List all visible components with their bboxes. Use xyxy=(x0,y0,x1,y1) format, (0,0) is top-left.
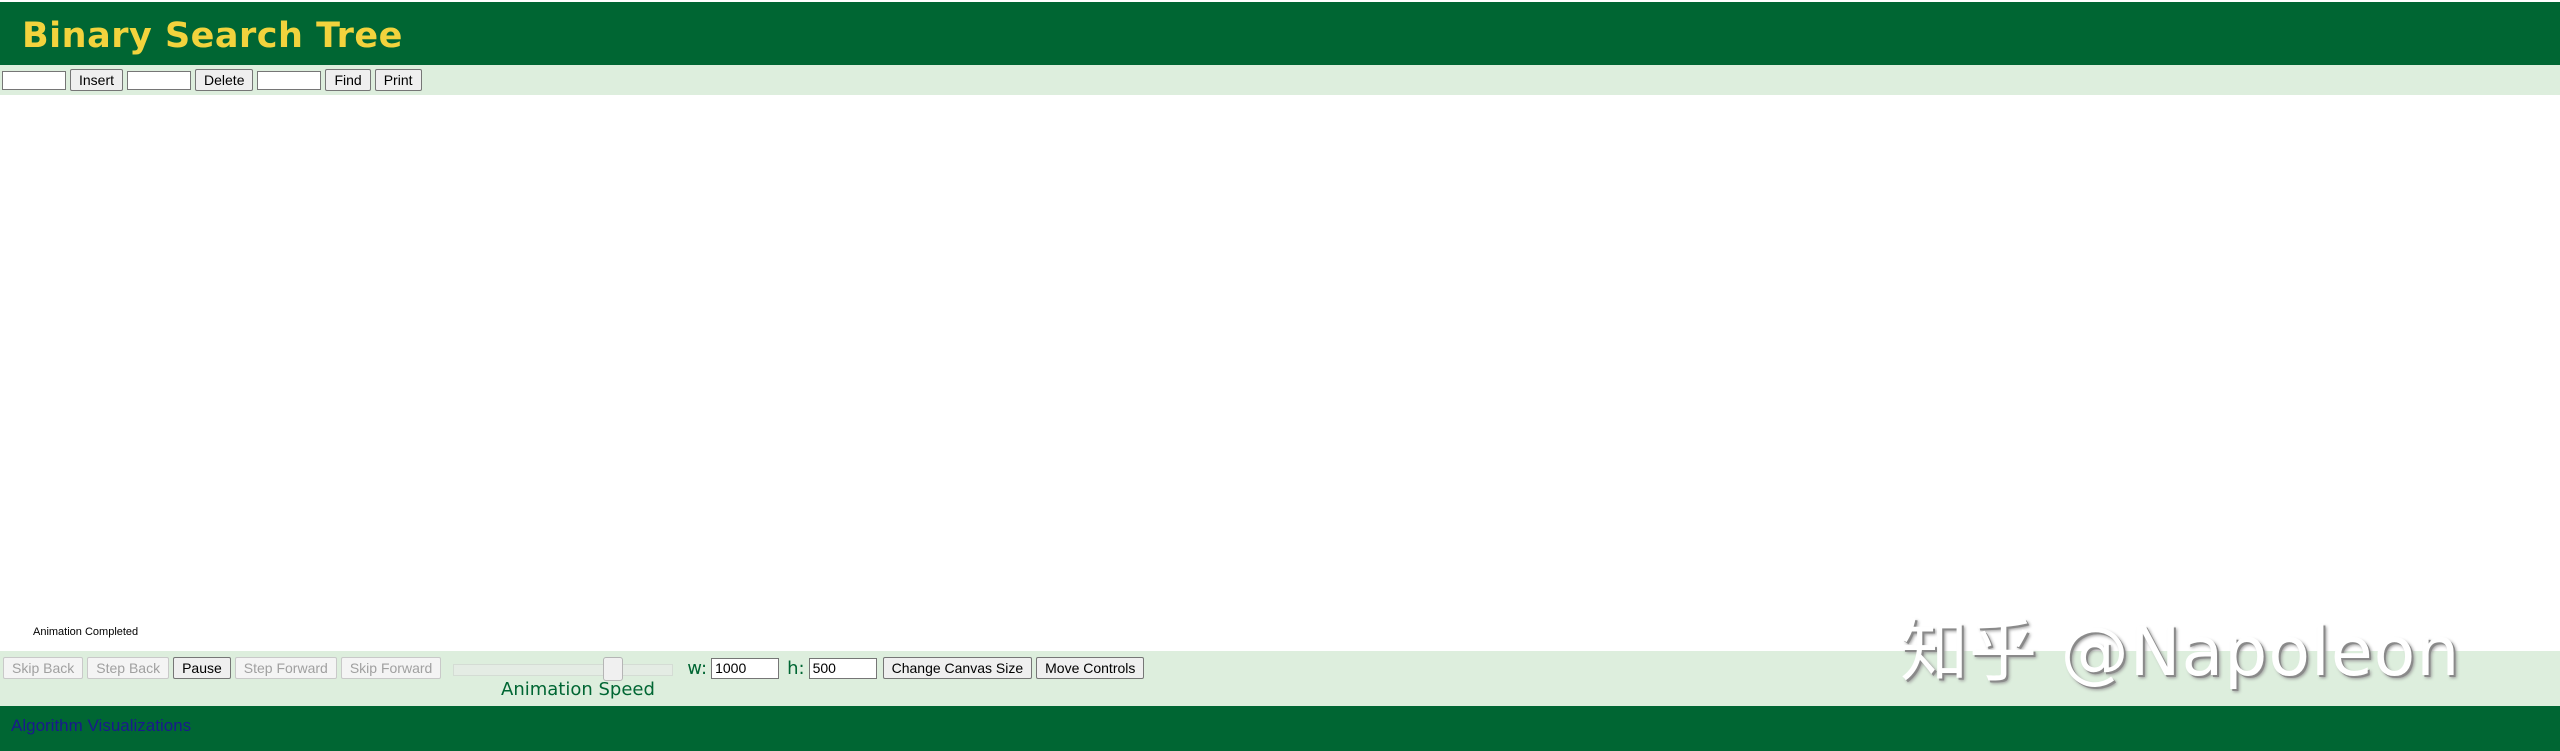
canvas-height-input[interactable] xyxy=(808,657,877,679)
skip-forward-button[interactable]: Skip Forward xyxy=(340,657,442,679)
step-forward-button[interactable]: Step Forward xyxy=(234,657,337,679)
height-label: h: xyxy=(787,657,805,679)
animation-status: Animation Completed xyxy=(33,626,139,638)
canvas-width-input[interactable] xyxy=(711,657,780,679)
animation-speed-label: Animation Speed xyxy=(501,679,655,700)
header-bar: Binary Search Tree xyxy=(0,2,2560,65)
pause-button[interactable]: Pause xyxy=(173,657,231,679)
delete-button[interactable]: Delete xyxy=(195,69,254,91)
algorithm-controls-bar: Insert Delete Find Print xyxy=(0,65,2560,95)
speed-slider-track xyxy=(453,664,674,676)
width-label: w: xyxy=(687,657,708,679)
speed-slider-thumb[interactable] xyxy=(603,657,624,681)
algorithm-visualizations-link[interactable]: Algorithm Visualizations xyxy=(11,716,191,736)
find-button[interactable]: Find xyxy=(325,69,371,91)
insert-input[interactable] xyxy=(2,70,66,90)
delete-input[interactable] xyxy=(127,70,192,90)
page-title: Binary Search Tree xyxy=(22,16,403,56)
animation-speed-slider[interactable] xyxy=(453,656,674,681)
move-controls-button[interactable]: Move Controls xyxy=(1036,657,1145,679)
change-canvas-size-button[interactable]: Change Canvas Size xyxy=(882,657,1033,679)
print-button[interactable]: Print xyxy=(374,69,422,91)
zhihu-watermark: 知乎 @Napoleon xyxy=(1900,613,2461,692)
insert-button[interactable]: Insert xyxy=(70,69,124,91)
skip-back-button[interactable]: Skip Back xyxy=(3,657,84,679)
footer-bar: Algorithm Visualizations xyxy=(0,706,2560,751)
find-input[interactable] xyxy=(257,70,322,90)
step-back-button[interactable]: Step Back xyxy=(87,657,170,679)
visualization-canvas[interactable] xyxy=(0,95,2560,650)
